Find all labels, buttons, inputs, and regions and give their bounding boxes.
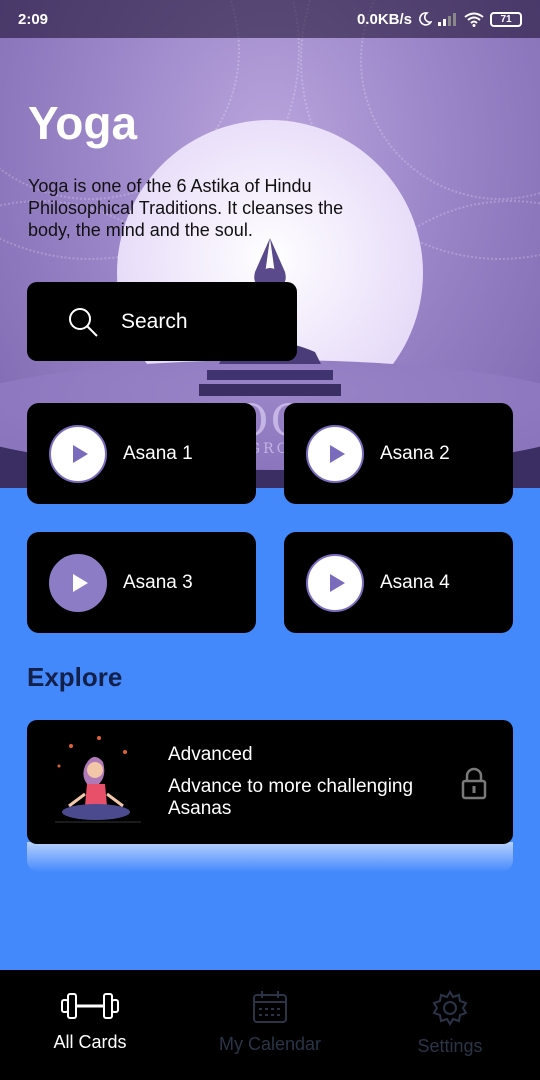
battery-icon: 71	[490, 11, 522, 27]
gear-icon	[432, 990, 468, 1026]
search-button[interactable]: Search	[27, 282, 297, 361]
play-icon[interactable]	[306, 424, 364, 483]
nav-my-calendar-label: My Calendar	[218, 1034, 322, 1054]
nav-all-cards-label: All Cards	[53, 1032, 127, 1052]
asana-label: Asana 1	[123, 442, 193, 464]
page-title: Yoga	[28, 97, 138, 149]
play-icon[interactable]	[306, 553, 364, 612]
asana-label: Asana 3	[123, 571, 193, 593]
card-shadow	[27, 842, 513, 872]
asana-card-4[interactable]: Asana 4	[284, 532, 513, 633]
advanced-card-description: Advance to more challenging Asanas	[168, 776, 414, 819]
nav-all-cards[interactable]: All Cards	[0, 970, 180, 1080]
status-icons: 0.0KB/s 71	[357, 11, 522, 28]
status-bar: 2:09 0.0KB/s 71	[0, 0, 540, 38]
nav-my-calendar[interactable]: My Calendar	[180, 970, 360, 1080]
search-icon	[69, 307, 98, 337]
wifi-icon	[464, 12, 484, 27]
lock-icon	[461, 767, 487, 800]
network-speed: 0.0KB/s	[356, 10, 412, 28]
asana-card-2[interactable]: Asana 2	[284, 403, 513, 504]
moon-icon	[419, 12, 432, 26]
advanced-card[interactable]: Advanced Advance to more challenging Asa…	[27, 720, 513, 844]
asana-label: Asana 2	[380, 442, 450, 464]
dumbbell-icon	[61, 993, 119, 1019]
play-icon[interactable]	[49, 424, 107, 483]
asana-label: Asana 4	[380, 571, 450, 593]
status-time: 2:09	[18, 10, 49, 28]
asana-card-3[interactable]: Asana 3	[27, 532, 256, 633]
nav-settings-label: Settings	[417, 1036, 483, 1056]
asana-card-1[interactable]: Asana 1	[27, 403, 256, 504]
nav-settings[interactable]: Settings	[360, 970, 540, 1080]
page-description: Yoga is one of the 6 Astika of Hindu Phi…	[28, 176, 344, 240]
signal-icon	[438, 13, 456, 26]
search-label: Search	[121, 309, 188, 333]
bottom-nav: All Cards My Calendar Settings	[0, 970, 540, 1080]
play-icon[interactable]	[49, 553, 107, 612]
advanced-card-title: Advanced	[168, 744, 253, 765]
calendar-icon	[253, 991, 287, 1023]
explore-heading: Explore	[27, 662, 123, 692]
meditation-illustration	[55, 736, 141, 823]
